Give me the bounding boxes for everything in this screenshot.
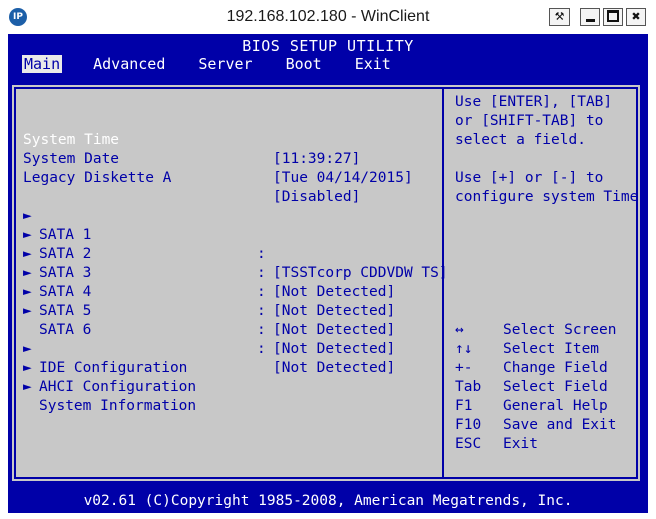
bios-screen: BIOS SETUP UTILITY Main Advanced Server …	[8, 34, 648, 513]
help-text-line: configure system Time.	[455, 189, 648, 205]
separator: :	[257, 284, 266, 300]
sata-value: [TSSTcorp CDDVDW TS]	[273, 265, 448, 281]
menu-boot[interactable]: Boot	[286, 55, 322, 73]
bios-header: BIOS SETUP UTILITY Main Advanced Server …	[8, 34, 648, 76]
key-description: Select Field	[503, 379, 608, 395]
sata-value: [Not Detected]	[273, 341, 396, 357]
bios-title: BIOS SETUP UTILITY	[242, 37, 414, 55]
submenu-system-information[interactable]: ► System Information	[12, 359, 196, 435]
bios-menu-bar: Main Advanced Server Boot Exit	[8, 55, 391, 73]
panel-divider	[442, 87, 444, 479]
help-text-line: or [SHIFT-TAB] to	[455, 113, 604, 129]
menu-exit[interactable]: Exit	[355, 55, 391, 73]
minimize-icon	[585, 19, 595, 22]
arrow-right-icon: ►	[23, 303, 32, 319]
menu-advanced[interactable]: Advanced	[93, 55, 165, 73]
sata-value: [Not Detected]	[273, 322, 396, 338]
minimize-button[interactable]	[580, 8, 600, 26]
key-description: Change Field	[503, 360, 608, 376]
menu-server[interactable]: Server	[198, 55, 252, 73]
key-label: Tab	[455, 379, 482, 395]
window-titlebar: IP 192.168.102.180 - WinClient ⚒ ✖	[0, 0, 656, 34]
key-description: General Help	[503, 398, 608, 414]
key-description: Save and Exit	[503, 417, 617, 433]
setting-value[interactable]: [Disabled]	[273, 188, 360, 207]
setting-label: Legacy Diskette A	[23, 170, 172, 186]
key-label: +-	[455, 360, 473, 376]
pin-button[interactable]: ⚒	[549, 8, 570, 26]
key-label: F10	[455, 417, 482, 433]
close-button[interactable]: ✖	[626, 8, 646, 26]
maximize-icon	[607, 10, 619, 22]
sata-value: [Not Detected]	[273, 284, 396, 300]
key-label: ESC	[455, 436, 482, 452]
window-controls: ⚒ ✖	[549, 8, 646, 26]
separator: :	[257, 246, 266, 262]
separator: :	[257, 303, 266, 319]
separator: :	[257, 265, 266, 281]
help-text-line: Use [+] or [-] to	[455, 170, 604, 186]
key-description: Select Screen	[503, 322, 617, 338]
menu-main[interactable]: Main	[22, 55, 63, 73]
key-label: F1	[455, 398, 473, 414]
key-description: Exit	[503, 436, 538, 452]
sata-value: [Not Detected]	[273, 303, 396, 319]
key-label: ↑↓	[455, 341, 473, 357]
key-description: Select Item	[503, 341, 600, 357]
help-text-line: select a field.	[455, 132, 586, 148]
submenu-label: System Information	[39, 398, 197, 414]
separator: :	[257, 322, 266, 338]
setting-value[interactable]: [Tue 04/14/2015]	[273, 169, 413, 188]
bios-footer: v02.61 (C)Copyright 1985-2008, American …	[8, 491, 648, 512]
arrow-right-icon: ►	[23, 379, 32, 395]
bios-main-panel: System Time [11:39:27] System Date [Tue …	[12, 85, 647, 481]
help-text-line: Use [ENTER], [TAB]	[455, 94, 613, 110]
key-label: ↔	[455, 322, 464, 338]
separator: :	[257, 341, 266, 357]
sata-value: [Not Detected]	[273, 360, 396, 376]
setting-value[interactable]: [11:39:27]	[273, 150, 360, 169]
maximize-button[interactable]	[603, 8, 623, 26]
